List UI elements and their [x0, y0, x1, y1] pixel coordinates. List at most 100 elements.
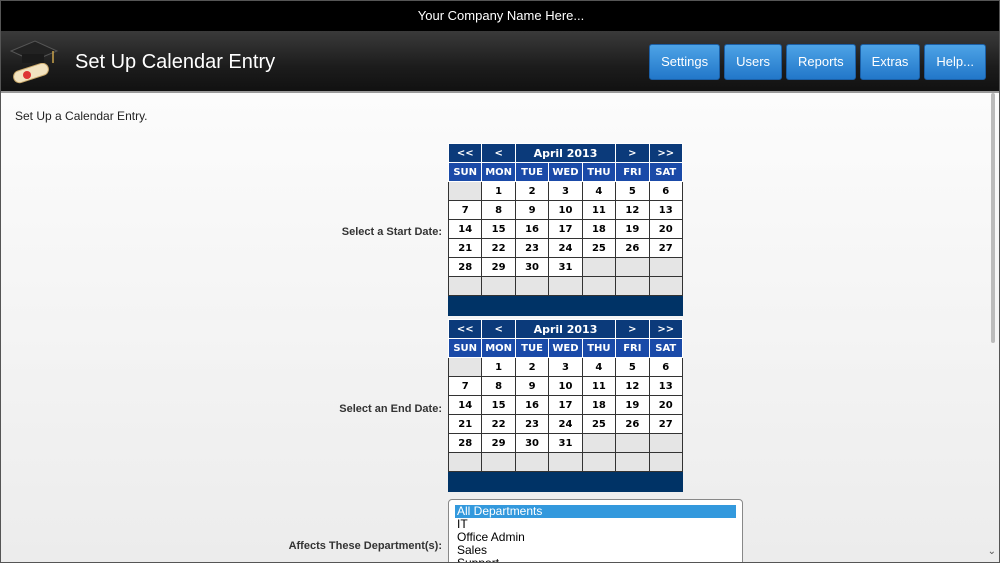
calendar-day[interactable]: 23 — [514, 238, 550, 258]
calendar-day[interactable]: 17 — [548, 395, 583, 415]
calendar-day[interactable]: 5 — [615, 181, 650, 201]
help-button[interactable]: Help... — [924, 44, 986, 80]
calendar-day[interactable]: 21 — [447, 414, 483, 434]
calendar-week-row: 21 22 23 24 25 26 27 — [447, 238, 684, 258]
next-year-button[interactable]: >> — [648, 319, 684, 339]
calendar-day[interactable]: 17 — [548, 219, 583, 239]
calendar-week-row: 123456 — [447, 181, 684, 201]
weekday-header: SUN — [447, 162, 483, 182]
calendar-day[interactable]: 29 — [481, 257, 516, 277]
calendar-empty-cell — [581, 433, 617, 453]
calendar-day[interactable]: 7 — [447, 200, 483, 220]
calendar-day[interactable]: 3 — [548, 181, 583, 201]
departments-listbox[interactable]: All Departments IT Office Admin Sales Suppor… — [448, 499, 743, 563]
department-option[interactable]: Office Admin — [455, 531, 736, 544]
calendar-day[interactable]: 18 — [581, 219, 617, 239]
calendar-day[interactable]: 5 — [615, 357, 650, 377]
calendar-day[interactable]: 12 — [615, 376, 650, 396]
calendar-day[interactable]: 2 — [514, 357, 550, 377]
main-nav: Settings Users Reports Extras Help... — [649, 44, 986, 80]
calendar-day[interactable]: 11 — [581, 200, 617, 220]
start-date-label: Select a Start Date: — [341, 226, 442, 238]
calendar-day[interactable]: 30 — [514, 257, 550, 277]
department-option[interactable]: All Departments — [455, 505, 736, 518]
calendar-day[interactable]: 1 — [481, 181, 516, 201]
next-month-button[interactable]: > — [615, 319, 650, 339]
calendar-day[interactable]: 1 — [481, 357, 516, 377]
calendar-day[interactable]: 18 — [581, 395, 617, 415]
page-scrollbar[interactable]: ⌄ — [988, 93, 998, 562]
calendar-empty-cell — [615, 276, 650, 296]
users-button[interactable]: Users — [724, 44, 783, 80]
calendar-empty-cell — [648, 433, 684, 453]
calendar-day[interactable]: 16 — [514, 219, 550, 239]
start-date-calendar: << < April 2013 > >> SUN MON TUE WED THU FRI S… — [447, 143, 684, 316]
calendar-day[interactable]: 2 — [514, 181, 550, 201]
extras-button[interactable]: Extras — [859, 44, 921, 80]
weekday-header: WED — [548, 162, 583, 182]
calendar-day[interactable]: 16 — [514, 395, 550, 415]
calendar-day[interactable]: 28 — [447, 433, 483, 453]
calendar-day[interactable]: 14 — [447, 395, 483, 415]
calendar-day[interactable]: 4 — [581, 357, 617, 377]
calendar-day[interactable]: 15 — [481, 219, 516, 239]
calendar-day[interactable]: 6 — [648, 357, 684, 377]
calendar-day[interactable]: 27 — [648, 238, 684, 258]
calendar-day[interactable]: 31 — [548, 257, 583, 277]
calendar-day[interactable]: 22 — [481, 238, 516, 258]
calendar-day[interactable]: 26 — [615, 414, 650, 434]
calendar-empty-cell — [615, 452, 650, 472]
scrollbar-thumb[interactable] — [991, 93, 995, 343]
calendar-day[interactable]: 8 — [481, 376, 516, 396]
calendar-day[interactable]: 9 — [514, 376, 550, 396]
calendar-empty-cell — [447, 357, 483, 377]
calendar-day[interactable]: 22 — [481, 414, 516, 434]
scroll-down-icon[interactable]: ⌄ — [988, 546, 996, 557]
calendar-day[interactable]: 26 — [615, 238, 650, 258]
calendar-day[interactable]: 28 — [447, 257, 483, 277]
calendar-day[interactable]: 11 — [581, 376, 617, 396]
prev-month-button[interactable]: < — [481, 319, 516, 339]
calendar-day[interactable]: 4 — [581, 181, 617, 201]
calendar-day[interactable]: 24 — [548, 238, 583, 258]
calendar-empty-cell — [447, 181, 483, 201]
calendar-day[interactable]: 19 — [615, 219, 650, 239]
calendar-day[interactable]: 9 — [514, 200, 550, 220]
calendar-day[interactable]: 25 — [581, 238, 617, 258]
calendar-day[interactable]: 14 — [447, 219, 483, 239]
calendar-day[interactable]: 7 — [447, 376, 483, 396]
calendar-day[interactable]: 30 — [514, 433, 550, 453]
calendar-day[interactable]: 21 — [447, 238, 483, 258]
calendar-day[interactable]: 23 — [514, 414, 550, 434]
calendar-day[interactable]: 19 — [615, 395, 650, 415]
next-month-button[interactable]: > — [615, 143, 650, 163]
calendar-empty-cell — [581, 257, 617, 277]
calendar-day[interactable]: 27 — [648, 414, 684, 434]
settings-button[interactable]: Settings — [649, 44, 721, 80]
calendar-day[interactable]: 25 — [581, 414, 617, 434]
calendar-day[interactable]: 20 — [648, 395, 684, 415]
calendar-day[interactable]: 24 — [548, 414, 583, 434]
calendar-day[interactable]: 31 — [548, 433, 583, 453]
prev-month-button[interactable]: < — [481, 143, 516, 163]
calendar-day[interactable]: 6 — [648, 181, 684, 201]
calendar-day[interactable]: 13 — [648, 376, 684, 396]
calendar-day[interactable]: 20 — [648, 219, 684, 239]
calendar-day[interactable]: 3 — [548, 357, 583, 377]
reports-button[interactable]: Reports — [786, 44, 856, 80]
calendar-day[interactable]: 15 — [481, 395, 516, 415]
calendar-empty-cell — [481, 452, 516, 472]
next-year-button[interactable]: >> — [648, 143, 684, 163]
calendar-day[interactable]: 13 — [648, 200, 684, 220]
department-option[interactable]: Support — [455, 557, 736, 563]
calendar-day[interactable]: 12 — [615, 200, 650, 220]
calendar-day[interactable]: 10 — [548, 376, 583, 396]
calendar-day[interactable]: 10 — [548, 200, 583, 220]
prev-year-button[interactable]: << — [447, 319, 483, 339]
departments-label: Affects These Department(s): — [288, 540, 442, 552]
calendar-day[interactable]: 29 — [481, 433, 516, 453]
prev-year-button[interactable]: << — [447, 143, 483, 163]
calendar-day[interactable]: 8 — [481, 200, 516, 220]
graduation-cap-diploma-icon — [9, 40, 59, 84]
calendar-empty-cell — [615, 433, 650, 453]
